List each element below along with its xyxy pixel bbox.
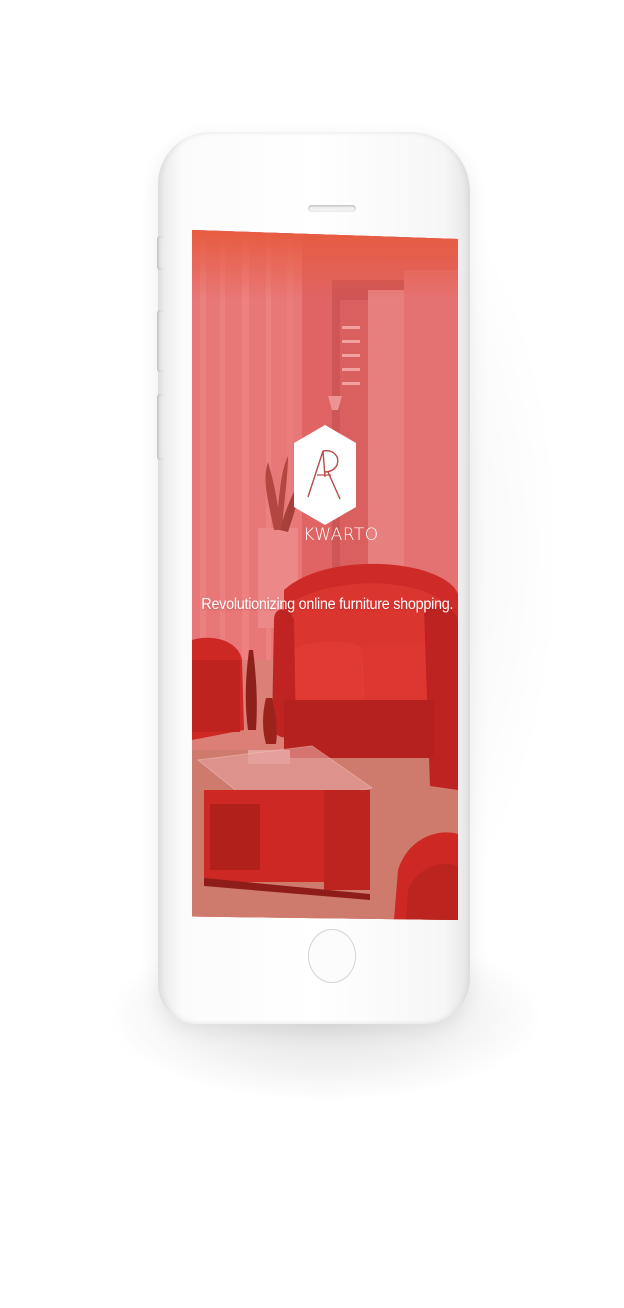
brand-name: KWARTO [303, 525, 379, 545]
volume-up-button [157, 310, 165, 372]
status-bar-gradient [192, 230, 458, 300]
app-splash-screen: KWARTO Revolutionizing online furniture … [192, 230, 458, 920]
volume-down-button [157, 394, 165, 460]
home-button[interactable] [308, 929, 356, 983]
red-overlay [192, 230, 458, 920]
hexagon-ar-logo-icon [294, 425, 356, 525]
tagline: Revolutionizing online furniture shoppin… [201, 596, 454, 613]
earpiece-speaker [308, 205, 356, 212]
brand-block: KWARTO [192, 425, 458, 545]
mute-switch [157, 236, 165, 270]
mockup-stage: KWARTO Revolutionizing online furniture … [0, 0, 624, 1308]
